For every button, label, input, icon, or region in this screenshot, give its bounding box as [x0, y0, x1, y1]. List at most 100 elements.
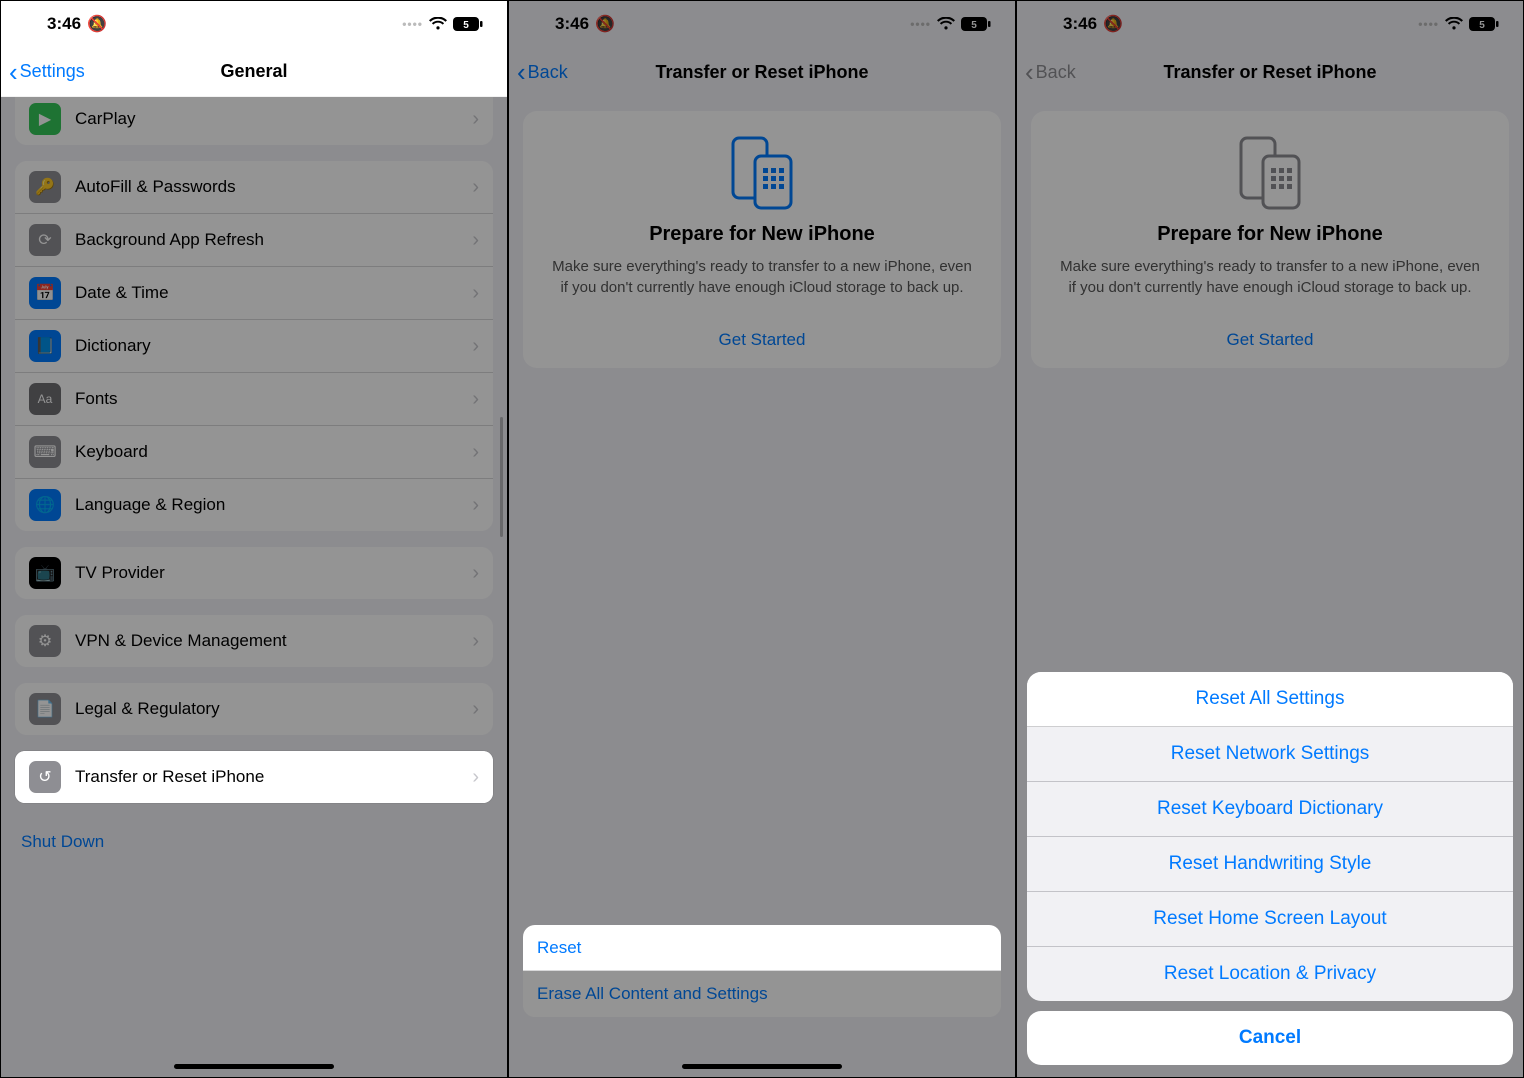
sheet-reset-location[interactable]: Reset Location & Privacy [1027, 947, 1513, 1001]
sheet-reset-all[interactable]: Reset All Settings [1027, 672, 1513, 727]
globe-icon: 🌐 [29, 489, 61, 521]
chevron-right-icon: › [472, 630, 479, 653]
row-label: Keyboard [75, 442, 148, 462]
sheet-reset-home[interactable]: Reset Home Screen Layout [1027, 892, 1513, 947]
chevron-right-icon: › [472, 766, 479, 789]
book-icon: 📘 [29, 330, 61, 362]
clock: 3:46 [47, 14, 81, 34]
home-indicator[interactable] [682, 1064, 842, 1069]
refresh-icon: ⟳ [29, 224, 61, 256]
get-started-button[interactable]: Get Started [1049, 320, 1491, 354]
cell-signal-icon: •••• [910, 17, 931, 31]
row-transfer-reset[interactable]: ↺ Transfer or Reset iPhone › [15, 751, 493, 803]
svg-text:5: 5 [463, 20, 469, 31]
battery-icon: 5 [453, 17, 483, 31]
chevron-right-icon: › [472, 562, 479, 585]
row-shutdown[interactable]: Shut Down [15, 819, 493, 865]
back-label: Back [528, 62, 568, 83]
reset-action-sheet: Reset All Settings Reset Network Setting… [1027, 672, 1513, 1065]
card-title: Prepare for New iPhone [1049, 223, 1491, 246]
keyboard-icon: ⌨ [29, 436, 61, 468]
battery-icon: 5 [961, 17, 991, 31]
row-reset[interactable]: Reset [523, 925, 1001, 971]
silent-icon: 🔕 [595, 14, 615, 34]
row-dictionary[interactable]: 📘 Dictionary › [15, 320, 493, 373]
row-label: Erase All Content and Settings [537, 984, 768, 1004]
sheet-reset-handwriting[interactable]: Reset Handwriting Style [1027, 837, 1513, 892]
svg-text:5: 5 [971, 20, 977, 31]
row-fonts[interactable]: Aa Fonts › [15, 373, 493, 426]
scrollbar[interactable] [500, 417, 503, 537]
cell-signal-icon: •••• [402, 17, 423, 31]
chevron-left-icon: ‹ [517, 59, 526, 85]
row-langregion[interactable]: 🌐 Language & Region › [15, 479, 493, 531]
status-bar: 3:46 🔕 •••• 5 [1, 1, 507, 47]
row-tvprovider[interactable]: 📺 TV Provider › [15, 547, 493, 599]
prepare-card: Prepare for New iPhone Make sure everyth… [1031, 111, 1509, 368]
wifi-icon [937, 17, 955, 31]
wifi-icon [1445, 17, 1463, 31]
status-bar: 3:46 🔕 •••• 5 [509, 1, 1015, 47]
row-autofill[interactable]: 🔑 AutoFill & Passwords › [15, 161, 493, 214]
key-icon: 🔑 [29, 171, 61, 203]
back-button[interactable]: ‹ Settings [1, 59, 85, 85]
card-body: Make sure everything's ready to transfer… [541, 256, 983, 298]
row-label: Transfer or Reset iPhone [75, 767, 264, 787]
home-indicator[interactable] [174, 1064, 334, 1069]
back-label: Back [1036, 62, 1076, 83]
carplay-icon: ▶ [29, 103, 61, 135]
sheet-reset-network[interactable]: Reset Network Settings [1027, 727, 1513, 782]
back-button: ‹ Back [1017, 59, 1076, 85]
fonts-icon: Aa [29, 383, 61, 415]
back-button[interactable]: ‹ Back [509, 59, 568, 85]
nav-header: ‹ Settings General [1, 47, 507, 97]
row-legal[interactable]: 📄 Legal & Regulatory › [15, 683, 493, 735]
row-label: VPN & Device Management [75, 631, 287, 651]
row-carplay[interactable]: ▶ CarPlay › [15, 97, 493, 145]
sheet-cancel-button[interactable]: Cancel [1027, 1011, 1513, 1065]
calendar-icon: 📅 [29, 277, 61, 309]
row-label: Fonts [75, 389, 118, 409]
row-label: Legal & Regulatory [75, 699, 220, 719]
silent-icon: 🔕 [87, 14, 107, 34]
chevron-right-icon: › [472, 388, 479, 411]
transfer-devices-icon [541, 133, 983, 213]
row-datetime[interactable]: 📅 Date & Time › [15, 267, 493, 320]
row-label: Reset [537, 938, 581, 958]
row-transfer-reset-highlight: ↺ Transfer or Reset iPhone › [15, 751, 493, 803]
row-erase-all[interactable]: Erase All Content and Settings [523, 971, 1001, 1017]
get-started-button[interactable]: Get Started [541, 320, 983, 354]
nav-header: ‹ Back Transfer or Reset iPhone [509, 47, 1015, 97]
clock: 3:46 [1063, 14, 1097, 34]
wifi-icon [429, 17, 447, 31]
row-label: Shut Down [21, 832, 104, 852]
battery-icon: 5 [1469, 17, 1499, 31]
nav-header: ‹ Back Transfer or Reset iPhone [1017, 47, 1523, 97]
gear-icon: ⚙ [29, 625, 61, 657]
chevron-right-icon: › [472, 282, 479, 305]
row-label: Background App Refresh [75, 230, 264, 250]
status-bar: 3:46 🔕 •••• 5 [1017, 1, 1523, 47]
chevron-right-icon: › [472, 698, 479, 721]
chevron-left-icon: ‹ [9, 59, 18, 85]
transfer-devices-icon [1049, 133, 1491, 213]
sheet-reset-keyboard[interactable]: Reset Keyboard Dictionary [1027, 782, 1513, 837]
row-keyboard[interactable]: ⌨ Keyboard › [15, 426, 493, 479]
chevron-right-icon: › [472, 494, 479, 517]
card-body: Make sure everything's ready to transfer… [1049, 256, 1491, 298]
row-bgrefresh[interactable]: ⟳ Background App Refresh › [15, 214, 493, 267]
screenshot-general-settings: 3:46 🔕 •••• 5 ‹ Settings General ▶ CarPl… [0, 0, 508, 1078]
silent-icon: 🔕 [1103, 14, 1123, 34]
clock: 3:46 [555, 14, 589, 34]
row-label: Language & Region [75, 495, 225, 515]
chevron-right-icon: › [472, 108, 479, 131]
reset-icon: ↺ [29, 761, 61, 793]
cell-signal-icon: •••• [1418, 17, 1439, 31]
row-vpn[interactable]: ⚙ VPN & Device Management › [15, 615, 493, 667]
document-icon: 📄 [29, 693, 61, 725]
svg-text:5: 5 [1479, 20, 1485, 31]
chevron-left-icon: ‹ [1025, 59, 1034, 85]
prepare-card: Prepare for New iPhone Make sure everyth… [523, 111, 1001, 368]
page-title: Transfer or Reset iPhone [1017, 62, 1523, 83]
chevron-right-icon: › [472, 229, 479, 252]
